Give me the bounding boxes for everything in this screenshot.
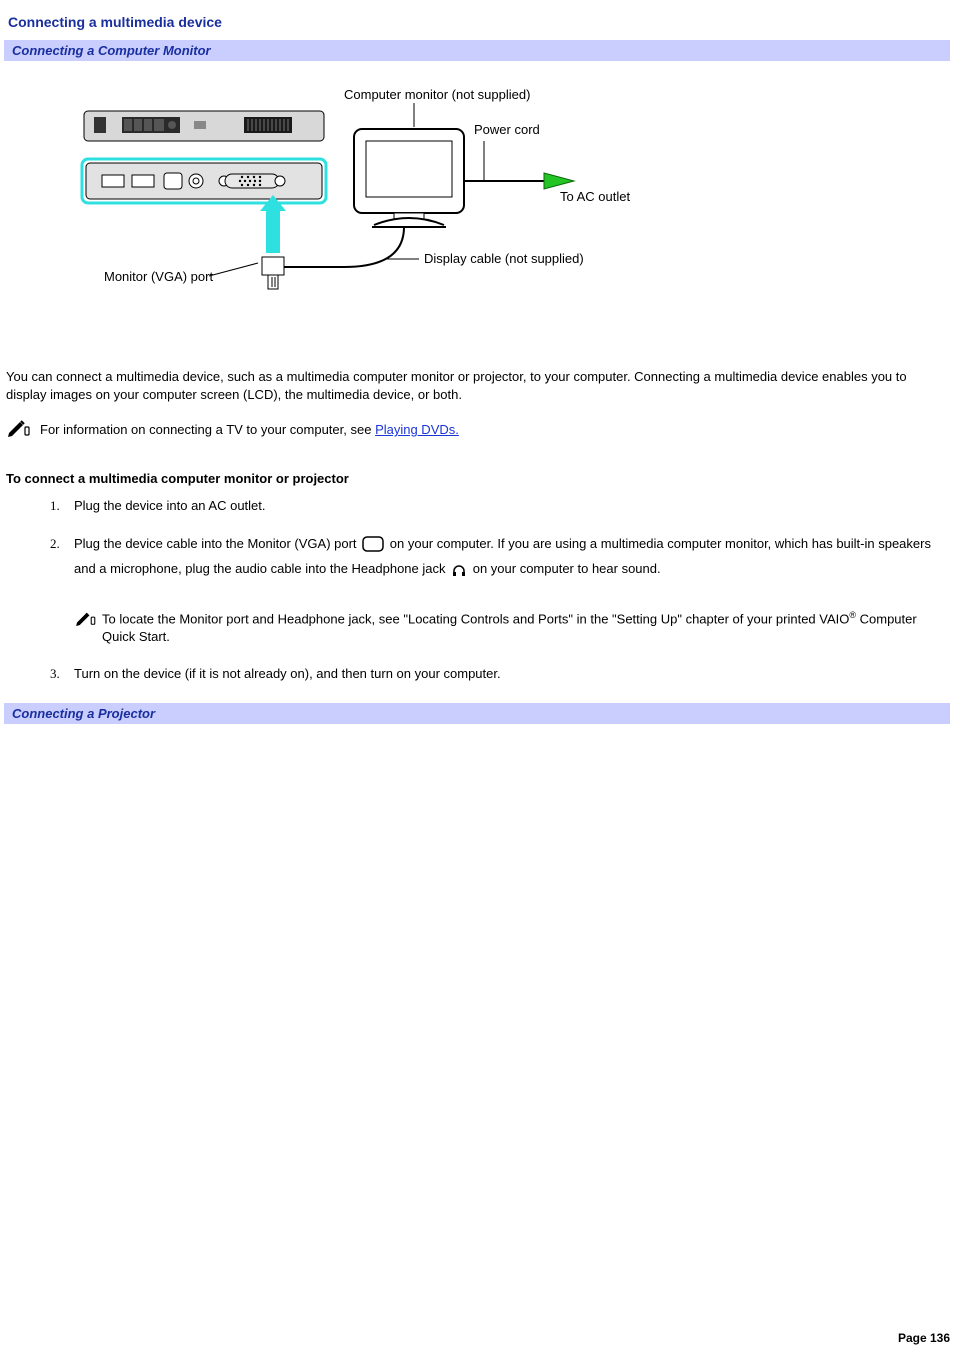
sub-heading-connect: To connect a multimedia computer monitor… [4, 449, 950, 496]
note-text: For information on connecting a TV to yo… [40, 421, 459, 439]
step-3: Turn on the device (if it is not already… [6, 664, 948, 702]
note-tv: For information on connecting a TV to yo… [4, 407, 950, 449]
diagram-label-vga: Monitor (VGA) port [104, 269, 213, 284]
step-1: Plug the device into an AC outlet. [6, 496, 948, 534]
step-2: Plug the device cable into the Monitor (… [6, 534, 948, 664]
vga-icon [362, 536, 384, 558]
diagram-label-display-cable: Display cable (not supplied) [424, 251, 584, 266]
diagram-label-ac: To AC outlet [560, 189, 630, 204]
page-number: Page 136 [898, 1331, 950, 1345]
diagram-label-monitor: Computer monitor (not supplied) [344, 87, 530, 102]
section-header-monitor: Connecting a Computer Monitor [4, 40, 950, 61]
diagram-label-power-cord: Power cord [474, 122, 540, 137]
connection-diagram: Computer monitor (not supplied) Power co… [44, 81, 664, 344]
section-header-projector: Connecting a Projector [4, 703, 950, 724]
step-2-note: To locate the Monitor port and Headphone… [74, 609, 948, 647]
note-icon [6, 419, 30, 437]
steps-list: Plug the device into an AC outlet. Plug … [4, 496, 950, 702]
page-title: Connecting a multimedia device [4, 8, 950, 40]
intro-paragraph: You can connect a multimedia device, suc… [4, 364, 950, 407]
note-icon [74, 610, 96, 626]
link-playing-dvds[interactable]: Playing DVDs. [375, 422, 459, 437]
headphone-icon [451, 561, 467, 583]
